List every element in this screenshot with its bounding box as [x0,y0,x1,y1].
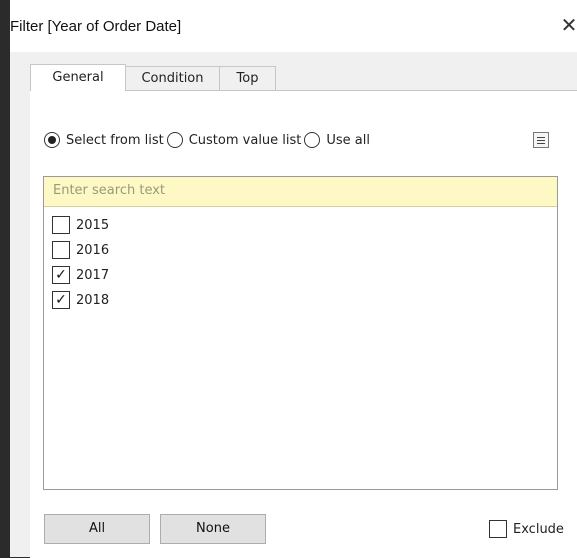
general-tab-panel: Select from list Custom value list Use a… [30,90,577,558]
year-label: 2017 [76,267,110,283]
selection-mode-group: Select from list Custom value list Use a… [44,130,373,150]
list-item[interactable]: ✓ 2018 [52,290,109,310]
custom-value-list-radio[interactable] [166,132,183,148]
exclude-label[interactable]: Exclude [513,522,564,537]
year-label: 2018 [76,292,110,308]
select-from-list-label[interactable]: Select from list [66,133,164,148]
use-all-radio[interactable] [304,132,321,148]
search-input[interactable]: Enter search text [44,177,557,207]
year-2018-checkbox[interactable]: ✓ [52,291,70,309]
close-icon[interactable]: ✕ [559,14,577,36]
year-label: 2016 [76,242,110,258]
custom-value-list-label[interactable]: Custom value list [189,133,302,148]
tab-condition[interactable]: Condition [125,66,220,90]
none-button[interactable]: None [160,514,266,544]
exclude-option[interactable]: Exclude [489,519,564,539]
year-2015-checkbox[interactable] [52,216,70,234]
exclude-checkbox[interactable] [489,520,507,538]
year-2017-checkbox[interactable]: ✓ [52,266,70,284]
year-2016-checkbox[interactable] [52,241,70,259]
tab-top[interactable]: Top [219,66,276,90]
all-button[interactable]: All [44,514,150,544]
year-label: 2015 [76,217,110,233]
title-bar: Filter [Year of Order Date] ✕ [10,0,577,52]
dialog-title: Filter [Year of Order Date] [10,18,182,35]
use-all-label[interactable]: Use all [326,133,370,148]
list-item[interactable]: 2015 [52,215,109,235]
select-from-list-radio[interactable] [44,132,60,148]
list-item[interactable]: ✓ 2017 [52,265,109,285]
values-listbox[interactable]: Enter search text 2015 2016 ✓ 2017 ✓ 201… [43,176,558,490]
tab-general[interactable]: General [30,64,126,91]
list-item[interactable]: 2016 [52,240,109,260]
list-menu-icon[interactable] [533,132,549,148]
filter-dialog: Filter [Year of Order Date] ✕ General Co… [10,0,577,558]
